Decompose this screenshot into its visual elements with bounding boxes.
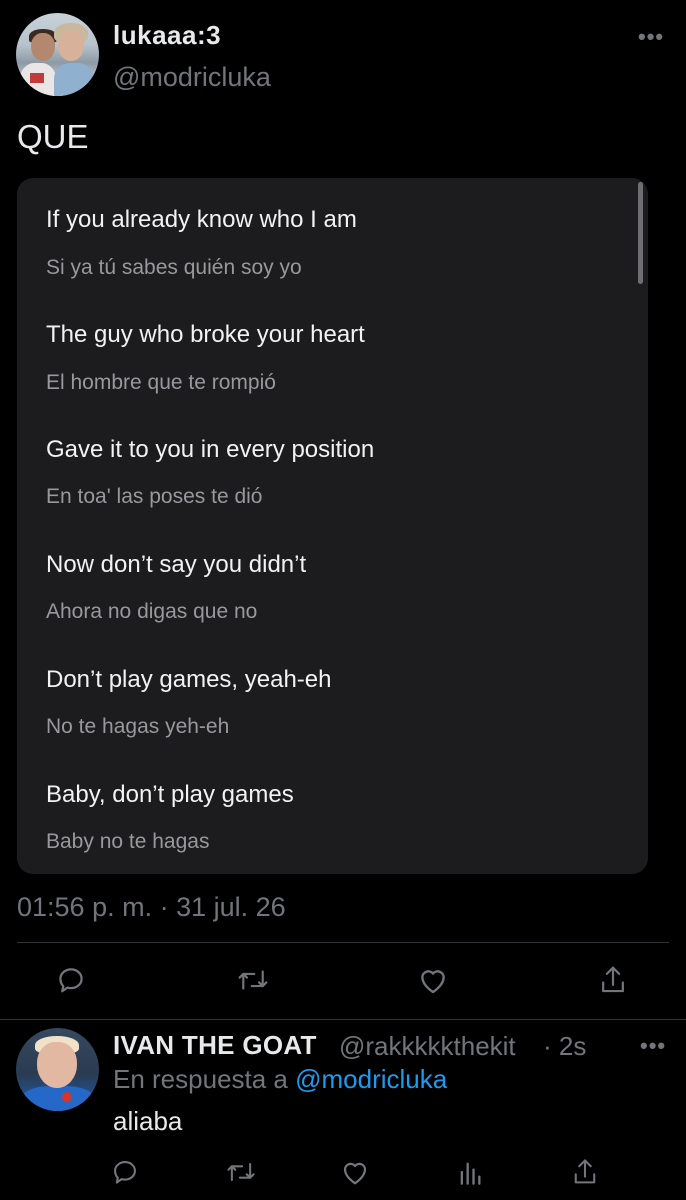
avatar-face <box>37 1042 77 1088</box>
lyrics-scrollbar[interactable] <box>638 182 643 284</box>
analytics-icon[interactable] <box>457 1158 483 1186</box>
avatar-figure <box>54 63 94 96</box>
lyric-line: Don’t play games, yeah-eh <box>46 666 332 693</box>
lyric-line: The guy who broke your heart <box>46 321 365 348</box>
lyric-translation: En toa' las poses te dió <box>46 485 263 508</box>
reply-icon[interactable] <box>56 965 86 995</box>
more-options-icon[interactable]: ••• <box>640 1033 666 1059</box>
avatar-face <box>31 33 55 61</box>
share-icon[interactable] <box>571 1157 599 1187</box>
divider <box>0 1019 686 1020</box>
lyric-translation: Baby no te hagas <box>46 830 210 853</box>
avatar-figure <box>20 63 56 96</box>
retweet-icon[interactable] <box>236 965 270 995</box>
reply-user-handle[interactable]: @rakkkkkthekit <box>339 1031 516 1062</box>
in-reply-to-label: En respuesta a <box>113 1064 288 1094</box>
more-options-icon[interactable]: ••• <box>638 24 664 50</box>
in-reply-to: En respuesta a @modricluka <box>113 1064 447 1095</box>
lyric-translation: Ahora no digas que no <box>46 600 258 623</box>
divider <box>17 942 669 943</box>
like-icon[interactable] <box>340 1158 370 1186</box>
lyric-line: Now don’t say you didn’t <box>46 551 307 578</box>
avatar[interactable] <box>16 1028 99 1111</box>
user-handle[interactable]: @modricluka <box>113 62 271 93</box>
avatar[interactable] <box>16 13 99 96</box>
reply-icon[interactable] <box>111 1158 139 1186</box>
reply-display-name[interactable]: IVAN THE GOAT <box>113 1030 317 1061</box>
avatar-face <box>58 31 84 61</box>
lyric-translation: Si ya tú sabes quién soy yo <box>46 256 302 279</box>
like-icon[interactable] <box>417 965 449 995</box>
lyric-line: Baby, don’t play games <box>46 781 294 808</box>
avatar-badge <box>62 1092 72 1102</box>
retweet-icon[interactable] <box>225 1158 257 1186</box>
display-name[interactable]: lukaaa:3 <box>113 20 221 51</box>
lyric-translation: El hombre que te rompió <box>46 371 276 394</box>
reply-text: aliaba <box>113 1106 183 1136</box>
lyric-line: Gave it to you in every position <box>46 436 375 463</box>
lyrics-card[interactable] <box>17 178 648 874</box>
reply-timestamp[interactable]: · 2s <box>543 1031 586 1062</box>
tweet-timestamp[interactable]: 01:56 p. m. · 31 jul. 26 <box>17 892 286 923</box>
in-reply-to-handle[interactable]: @modricluka <box>295 1064 447 1094</box>
tweet-text: QUE <box>17 118 89 155</box>
share-icon[interactable] <box>598 964 628 996</box>
avatar-figure <box>22 1086 94 1111</box>
lyric-line: If you already know who I am <box>46 206 357 233</box>
lyric-translation: No te hagas yeh-eh <box>46 715 230 738</box>
